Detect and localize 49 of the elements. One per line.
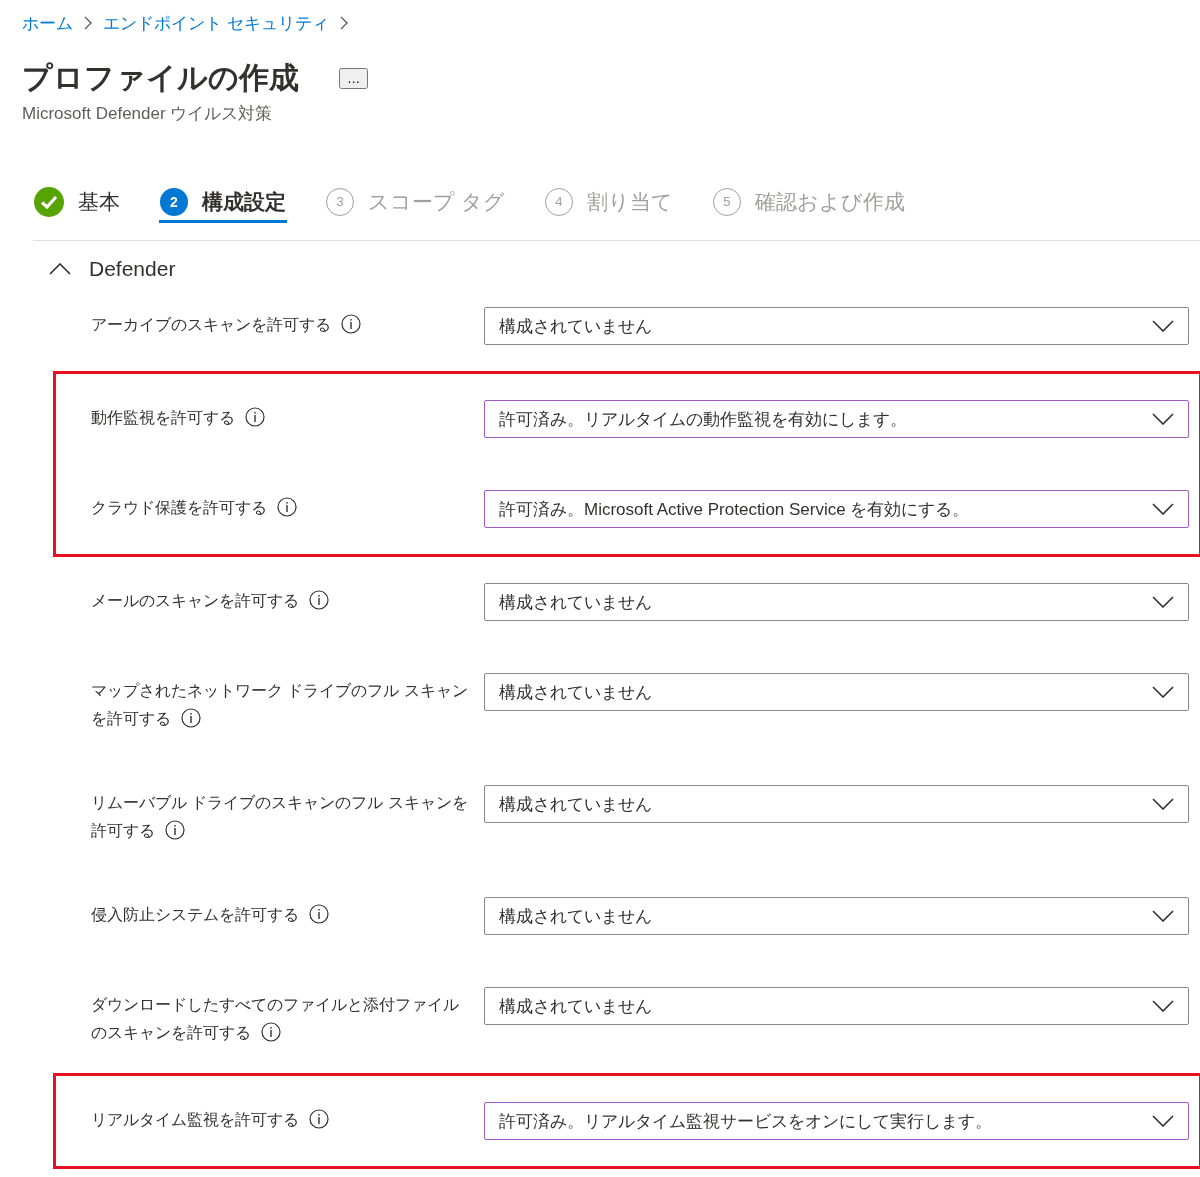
setting-label: ダウンロードしたすべてのファイルと添付ファイルのスキャンを許可する [91, 995, 460, 1044]
section-header[interactable]: Defender [49, 257, 176, 281]
info-icon[interactable] [309, 904, 329, 924]
more-button[interactable]: … [339, 67, 369, 89]
setting-dropdown[interactable]: 許可済み。Microsoft Active Protection Service を有効にする。 [484, 490, 1189, 528]
wizard-step-tab[interactable]: 基本 [33, 183, 121, 223]
setting-dropdown[interactable]: 構成されていません [484, 785, 1189, 823]
breadcrumb-link[interactable]: エンドポイント セキュリティ [103, 11, 329, 35]
chevron-down-icon [1152, 910, 1174, 922]
chevron-down-icon [1152, 320, 1174, 332]
info-icon[interactable] [309, 1109, 329, 1129]
checkmark-icon [34, 186, 64, 217]
info-icon[interactable] [277, 497, 297, 517]
setting-label: マップされたネットワーク ドライブのフル スキャンを許可する [91, 681, 469, 730]
breadcrumb-link[interactable]: ホーム [22, 11, 73, 35]
page-title: プロファイルの作成 [22, 60, 299, 96]
setting-dropdown[interactable]: 構成されていません [484, 673, 1189, 711]
setting-dropdown[interactable]: 構成されていません [484, 307, 1189, 345]
wizard-step-tab[interactable]: 2 構成設定 [159, 183, 287, 223]
info-icon[interactable] [181, 708, 201, 728]
setting-dropdown[interactable]: 構成されていません [484, 583, 1189, 621]
chevron-down-icon [1152, 413, 1174, 425]
chevron-right-icon [83, 16, 93, 30]
step-number: 2 [160, 187, 188, 216]
info-icon[interactable] [309, 590, 329, 610]
page-subtitle: Microsoft Defender ウイルス対策 [22, 103, 274, 125]
setting-label: クラウド保護を許可する [91, 494, 484, 522]
chevron-right-icon [338, 16, 349, 30]
setting-label: リムーバブル ドライブのスキャンのフル スキャンを許可する [91, 793, 469, 842]
info-icon[interactable] [261, 1022, 281, 1042]
setting-label: メールのスキャンを許可する [91, 587, 484, 615]
chevron-down-icon [1152, 503, 1174, 515]
setting-dropdown[interactable]: 許可済み。リアルタイム監視サービスをオンにして実行します。 [484, 1102, 1189, 1140]
chevron-down-icon [1152, 1115, 1174, 1127]
chevron-down-icon [1152, 798, 1174, 810]
setting-dropdown[interactable]: 構成されていません [484, 897, 1189, 935]
setting-label: リアルタイム監視を許可する [91, 1106, 484, 1134]
chevron-down-icon [1152, 686, 1174, 698]
setting-dropdown[interactable]: 構成されていません [484, 987, 1189, 1025]
setting-label: アーカイブのスキャンを許可する [91, 311, 484, 339]
setting-dropdown[interactable]: 許可済み。リアルタイムの動作監視を有効にします。 [484, 400, 1189, 438]
chevron-down-icon [1152, 596, 1174, 608]
setting-label: 侵入防止システムを許可する [91, 901, 484, 929]
chevron-down-icon [1152, 1000, 1174, 1012]
info-icon[interactable] [245, 407, 265, 427]
chevron-up-icon [49, 263, 71, 275]
setting-label: 動作監視を許可する [91, 404, 484, 432]
info-icon[interactable] [165, 820, 185, 840]
info-icon[interactable] [341, 314, 361, 334]
